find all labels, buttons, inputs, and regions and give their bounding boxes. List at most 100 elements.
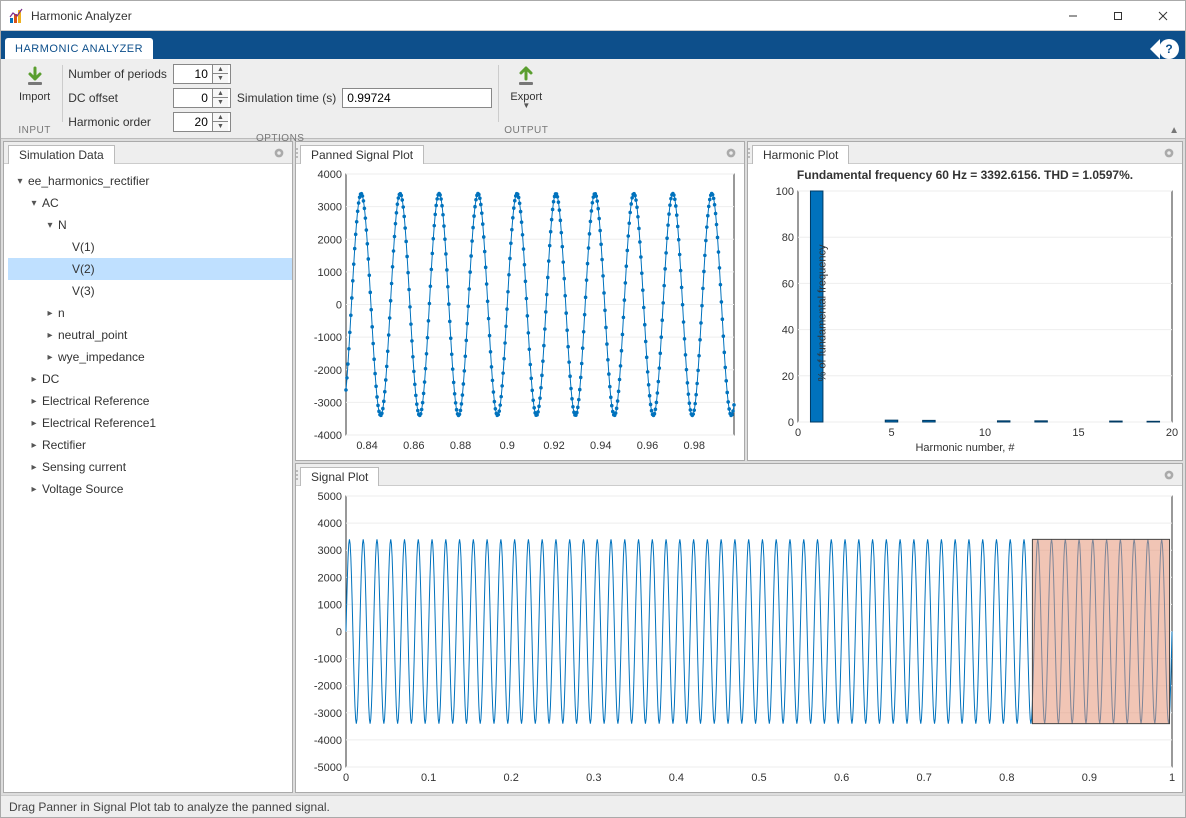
svg-text:0.8: 0.8 (999, 772, 1014, 784)
spin-down-icon[interactable]: ▼ (213, 122, 228, 131)
export-button[interactable]: Export ▼ (504, 63, 548, 112)
svg-text:0.9: 0.9 (1082, 772, 1097, 784)
tree-label: Rectifier (42, 438, 86, 452)
svg-text:4000: 4000 (318, 518, 342, 530)
tab-harmonic[interactable]: Harmonic Plot (752, 145, 849, 164)
svg-text:0.94: 0.94 (590, 440, 611, 452)
svg-text:3000: 3000 (318, 545, 342, 557)
svg-text:-5000: -5000 (314, 762, 342, 774)
svg-text:0: 0 (336, 300, 342, 312)
svg-text:0.4: 0.4 (669, 772, 684, 784)
svg-text:0.92: 0.92 (543, 440, 564, 452)
spin-down-icon[interactable]: ▼ (213, 74, 228, 83)
svg-text:0.3: 0.3 (586, 772, 601, 784)
svg-text:1000: 1000 (318, 267, 342, 279)
tree-label: AC (42, 196, 59, 210)
tree-label: DC (42, 372, 59, 386)
tree-label: wye_impedance (58, 350, 145, 364)
svg-text:-1000: -1000 (314, 654, 342, 666)
num-periods-label: Number of periods (68, 67, 167, 81)
gear-icon[interactable] (272, 146, 286, 160)
svg-text:3000: 3000 (318, 202, 342, 214)
tree-node-dc[interactable]: ▸DC (8, 368, 292, 390)
svg-text:-1000: -1000 (314, 332, 342, 344)
spin-up-icon[interactable]: ▲ (213, 113, 228, 122)
toolstrip: Import INPUT Number of periods ▲▼ DC off… (1, 59, 1185, 139)
sim-time-label: Simulation time (s) (237, 91, 336, 105)
svg-text:0.7: 0.7 (917, 772, 932, 784)
tree-label: ee_harmonics_rectifier (28, 174, 149, 188)
tree-node-eref[interactable]: ▸Electrical Reference (8, 390, 292, 412)
svg-text:0.88: 0.88 (450, 440, 471, 452)
tree-node-v3[interactable]: V(3) (8, 280, 292, 302)
spin-up-icon[interactable]: ▲ (213, 65, 228, 74)
tree-node-rectifier[interactable]: ▸Rectifier (8, 434, 292, 456)
tab-simulation-data[interactable]: Simulation Data (8, 145, 115, 164)
import-icon (23, 65, 47, 89)
tree-label: n (58, 306, 65, 320)
spin-down-icon[interactable]: ▼ (213, 98, 228, 107)
maximize-button[interactable] (1095, 1, 1140, 30)
tab-signal[interactable]: Signal Plot (300, 467, 379, 486)
group-caption-input: INPUT (13, 125, 56, 138)
tree-label: V(2) (72, 262, 95, 276)
import-label: Import (19, 91, 50, 103)
tree-label: Electrical Reference1 (42, 416, 156, 430)
harmonic-order-spinner[interactable]: ▲▼ (173, 112, 231, 132)
import-button[interactable]: Import (13, 63, 56, 105)
export-icon (514, 65, 538, 89)
num-periods-input[interactable] (174, 65, 212, 83)
sim-time-input[interactable] (342, 88, 492, 108)
panner-window[interactable] (1032, 539, 1169, 723)
svg-text:0: 0 (795, 427, 801, 439)
tree-node-ac[interactable]: ▾AC (8, 192, 292, 214)
tree-node-sensing[interactable]: ▸Sensing current (8, 456, 292, 478)
svg-text:20: 20 (1166, 427, 1178, 439)
ribbon-tab-harmonic-analyzer[interactable]: HARMONIC ANALYZER (5, 38, 153, 59)
tab-panned-signal[interactable]: Panned Signal Plot (300, 145, 424, 164)
tree-label: neutral_point (58, 328, 127, 342)
tree-node-v1[interactable]: V(1) (8, 236, 292, 258)
dc-offset-input[interactable] (174, 89, 212, 107)
svg-text:0.6: 0.6 (834, 772, 849, 784)
gear-icon[interactable] (1162, 146, 1176, 160)
tree-node-neutral[interactable]: ▸neutral_point (8, 324, 292, 346)
svg-text:0.96: 0.96 (637, 440, 658, 452)
tree-node-vsrc[interactable]: ▸Voltage Source (8, 478, 292, 500)
ribbon-strip: HARMONIC ANALYZER ? (1, 31, 1185, 59)
harmonic-order-input[interactable] (174, 113, 212, 131)
svg-text:0.98: 0.98 (684, 440, 705, 452)
tree-node-eref1[interactable]: ▸Electrical Reference1 (8, 412, 292, 434)
dc-offset-label: DC offset (68, 91, 167, 105)
tree-node-root[interactable]: ▾ee_harmonics_rectifier (8, 170, 292, 192)
svg-text:2000: 2000 (318, 234, 342, 246)
svg-text:2000: 2000 (318, 572, 342, 584)
tree-node-wye[interactable]: ▸wye_impedance (8, 346, 292, 368)
harmonic-plot-axes[interactable]: % of fundamental frequency 0204060801000… (748, 186, 1182, 440)
titlebar: Harmonic Analyzer (1, 1, 1185, 31)
svg-text:100: 100 (776, 186, 794, 198)
gear-icon[interactable] (724, 146, 738, 160)
num-periods-spinner[interactable]: ▲▼ (173, 64, 231, 84)
tree-simulation-data[interactable]: ▾ee_harmonics_rectifier ▾AC ▾N V(1) V(2)… (4, 164, 292, 792)
svg-text:-4000: -4000 (314, 735, 342, 747)
svg-text:1000: 1000 (318, 599, 342, 611)
help-button[interactable]: ? (1159, 39, 1179, 59)
minimize-button[interactable] (1050, 1, 1095, 30)
toolstrip-collapse-button[interactable]: ▲ (1163, 123, 1185, 138)
gear-icon[interactable] (1162, 468, 1176, 482)
svg-text:40: 40 (782, 325, 794, 337)
tree-label: Sensing current (42, 460, 126, 474)
signal-plot-axes[interactable]: 500040003000200010000-1000-2000-3000-400… (296, 486, 1182, 792)
svg-text:0: 0 (788, 417, 794, 429)
spin-up-icon[interactable]: ▲ (213, 89, 228, 98)
pane-simulation-data: Simulation Data ▾ee_harmonics_rectifier … (3, 141, 293, 793)
tree-node-n-upper[interactable]: ▾N (8, 214, 292, 236)
tree-node-n-lower[interactable]: ▸n (8, 302, 292, 324)
close-button[interactable] (1140, 1, 1185, 30)
tree-label: V(1) (72, 240, 95, 254)
dc-offset-spinner[interactable]: ▲▼ (173, 88, 231, 108)
tree-node-v2[interactable]: V(2) (8, 258, 292, 280)
svg-text:0.86: 0.86 (403, 440, 424, 452)
panned-plot-axes[interactable]: 40003000200010000-1000-2000-3000-40000.8… (296, 164, 744, 460)
